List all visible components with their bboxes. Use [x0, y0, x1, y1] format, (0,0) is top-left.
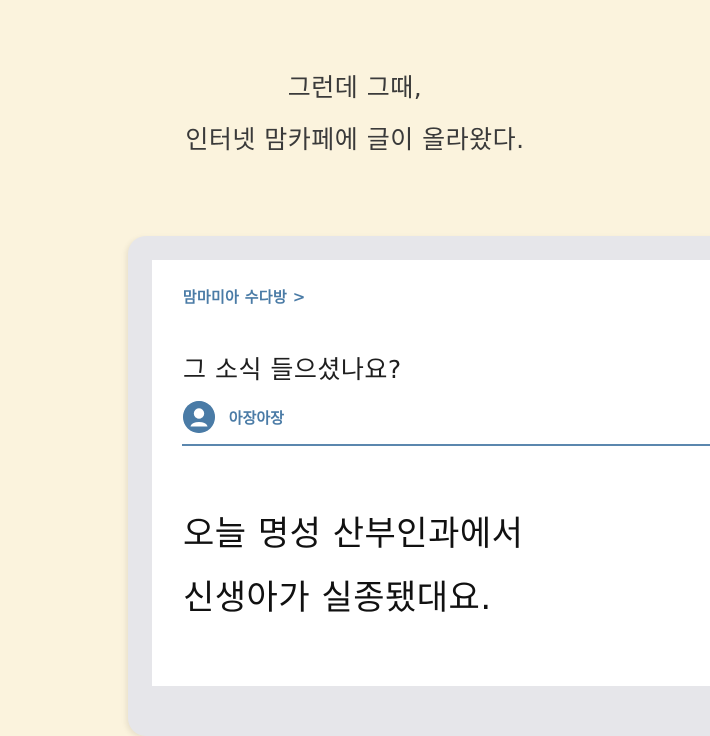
user-avatar-icon — [183, 401, 215, 433]
post-body: 오늘 명성 산부인과에서 신생아가 실종됐대요. — [183, 502, 523, 630]
post-body-line-1: 오늘 명성 산부인과에서 — [183, 514, 524, 554]
author-name: 아장아장 — [229, 408, 285, 427]
cafe-board-link[interactable]: 맘마미아 수다방 > — [183, 286, 306, 307]
post-body-line-2: 신생아가 실종됐대요. — [183, 578, 492, 618]
caption-line-2: 인터넷 맘카페에 글이 올라왔다. — [185, 125, 525, 154]
narration-caption: 그런데 그때, 인터넷 맘카페에 글이 올라왔다. — [0, 62, 710, 166]
community-post-screen: 맘마미아 수다방 > 그 소식 들으셨나요? 아장아장 오늘 명성 산부인과에서… — [152, 260, 710, 686]
post-title: 그 소식 들으셨나요? — [183, 355, 402, 384]
caption-line-1: 그런데 그때, — [287, 73, 423, 102]
author-row[interactable]: 아장아장 — [183, 401, 284, 433]
divider — [182, 444, 710, 446]
